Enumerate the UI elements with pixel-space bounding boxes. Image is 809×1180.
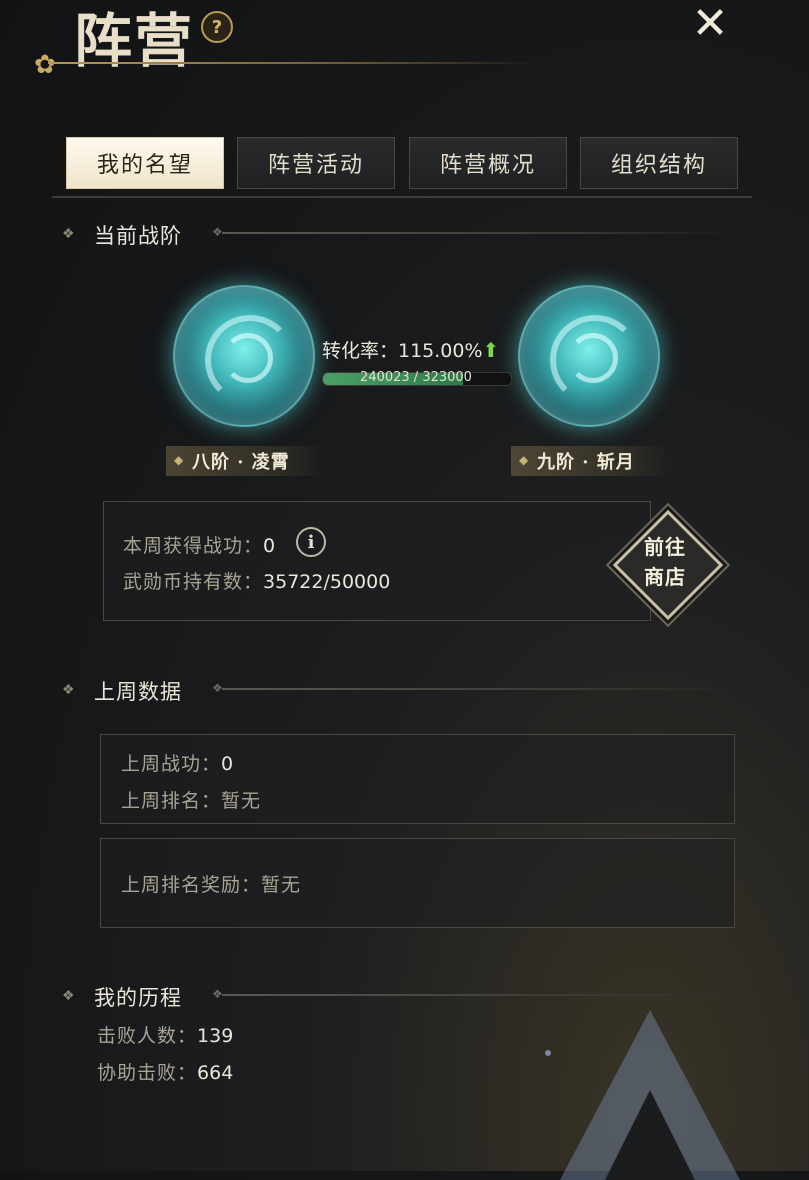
diamond-icon: ❖ — [62, 988, 75, 1004]
tab-faction-activities[interactable]: 阵营活动 — [237, 137, 395, 189]
defeats-row: 击败人数：139 — [97, 1025, 234, 1047]
coins-row: 武勋币持有数：35722/50000 — [123, 571, 391, 593]
flower-ornament-icon: ✿ — [34, 50, 56, 80]
tab-my-reputation[interactable]: 我的名望 — [66, 137, 224, 189]
current-rank-label: ◆ 八阶 · 凌霄 — [166, 446, 326, 476]
last-week-reward-row: 上周排名奖励：暂无 — [121, 874, 302, 896]
rank-progress-text: 240023 / 323000 — [360, 370, 472, 385]
section-title: 上周数据 — [94, 680, 182, 704]
conversion-rate: 转化率：115.00%⬆ — [322, 338, 500, 362]
close-icon[interactable]: ✕ — [688, 2, 732, 46]
last-week-merit-row: 上周战功：0 — [121, 753, 234, 775]
tab-faction-overview[interactable]: 阵营概况 — [409, 137, 567, 189]
help-icon[interactable]: ? — [201, 11, 233, 43]
page-title: 阵营 — [74, 7, 195, 75]
tabs-divider — [52, 196, 752, 198]
weekly-merit-row: 本周获得战功：0 — [123, 535, 276, 557]
section-line — [222, 994, 732, 996]
tab-organization[interactable]: 组织结构 — [580, 137, 738, 189]
current-rank-orb-icon[interactable] — [173, 285, 315, 427]
tab-bar: 我的名望 阵营活动 阵营概况 组织结构 — [66, 137, 740, 189]
section-line — [222, 688, 732, 690]
up-arrow-icon: ⬆ — [482, 338, 500, 362]
info-icon[interactable]: i — [296, 527, 326, 557]
diamond-icon: ❖ — [62, 682, 75, 698]
next-rank-label: ◆ 九阶 · 斩月 — [511, 446, 671, 476]
section-line — [222, 232, 732, 234]
section-title: 当前战阶 — [94, 224, 182, 248]
shop-button-label[interactable]: 前往 商店 — [629, 532, 701, 592]
title-divider — [48, 62, 538, 64]
background-star — [545, 1050, 551, 1056]
weekly-info-panel — [103, 501, 651, 621]
last-week-rank-row: 上周排名：暂无 — [121, 790, 262, 812]
next-rank-orb-icon[interactable] — [518, 285, 660, 427]
background-emblem-inner — [605, 1090, 695, 1180]
diamond-icon: ◆ — [174, 453, 185, 467]
diamond-icon: ◆ — [519, 453, 530, 467]
diamond-icon: ❖ — [62, 226, 75, 242]
assists-row: 协助击败：664 — [97, 1062, 234, 1084]
section-title: 我的历程 — [94, 986, 182, 1010]
